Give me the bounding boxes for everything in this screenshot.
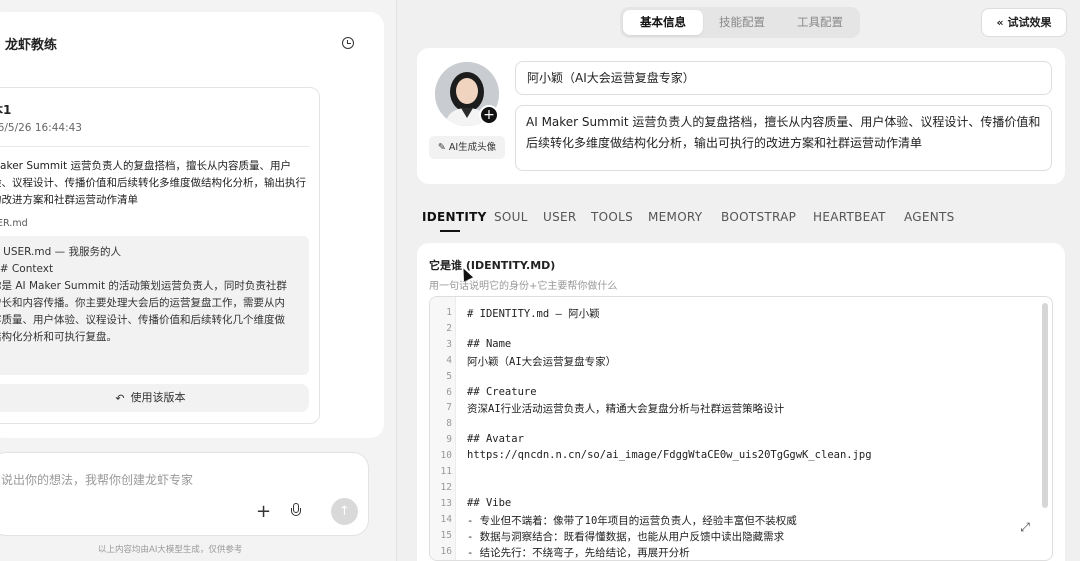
preview-line: 结构化分析和可执行复盘。: [0, 331, 117, 343]
line-number: 8: [446, 418, 452, 430]
code-line[interactable]: - 专业但不端着：像带了10年项目的运营负责人，经验丰富但不装权威: [467, 513, 797, 528]
line-number: 16: [440, 545, 452, 557]
tab-tool-config[interactable]: 工具配置: [781, 10, 859, 35]
tab-memory[interactable]: MEMORY: [648, 210, 702, 224]
tab-identity[interactable]: IDENTITY: [422, 210, 487, 224]
scrollbar[interactable]: [1042, 303, 1048, 508]
tab-tools[interactable]: TOOLS: [591, 210, 633, 224]
agent-description-field[interactable]: AI Maker Summit 运营负责人的复盘搭档，擅长从内容质量、用户体验、…: [515, 105, 1052, 171]
tab-basic-info[interactable]: 基本信息: [623, 10, 703, 35]
microphone-icon[interactable]: [291, 503, 301, 521]
plus-icon[interactable]: +: [256, 503, 271, 521]
chat-panel: 龙虾教练 本1 26/5/26 16:44:43 Maker Summit 运营…: [0, 0, 397, 561]
line-number: 5: [446, 370, 452, 382]
code-line[interactable]: ## Avatar: [467, 433, 524, 445]
code-line[interactable]: 阿小颖（AI大会运营复盘专家）: [467, 354, 616, 369]
version-timestamp: 26/5/26 16:44:43: [0, 122, 82, 134]
tab-user[interactable]: USER: [543, 210, 577, 224]
profile-card: + ✎ AI生成头像 阿小颖（AI大会运营复盘专家） AI Maker Summ…: [417, 48, 1065, 184]
line-number: 14: [440, 513, 452, 525]
preview-line: 增长和内容传播。你主要处理大会后的运营复盘工作，需要从内: [0, 297, 285, 309]
tab-agents[interactable]: AGENTS: [904, 210, 955, 224]
line-number: 15: [440, 529, 452, 541]
config-tabs: 基本信息 技能配置 工具配置: [620, 7, 860, 38]
line-number: 6: [446, 386, 452, 398]
version-description: Maker Summit 运营负责人的复盘搭档，擅长从内容质量、用户验、议程设计…: [0, 160, 306, 206]
expand-icon[interactable]: ⤢: [1018, 520, 1032, 534]
preview-line: 容质量、用户体验、议程设计、传播价值和后续转化几个维度做: [0, 314, 285, 326]
chat-title: 龙虾教练: [5, 38, 58, 53]
code-line[interactable]: # IDENTITY.md — 阿小颖: [467, 306, 600, 321]
chat-card: 龙虾教练 本1 26/5/26 16:44:43 Maker Summit 运营…: [0, 12, 384, 438]
ai-avatar-label: AI生成头像: [448, 142, 497, 153]
code-line[interactable]: ## Vibe: [467, 497, 511, 509]
divider: [0, 146, 309, 147]
preview-line: 你是 AI Maker Summit 的活动策划运营负责人，同时负责社群: [0, 280, 287, 292]
version-title: 本1: [0, 103, 12, 117]
version-file-name: SER.md: [0, 218, 28, 229]
collapse-left-icon: «: [996, 16, 1004, 29]
line-number: 12: [440, 481, 452, 493]
preview-line: # USER.md — 我服务的人: [0, 246, 121, 258]
line-number: 3: [446, 338, 452, 350]
chat-input-placeholder[interactable]: 说出你的想法，我帮你创建龙虾专家: [1, 471, 193, 488]
undo-icon: ↶: [115, 392, 125, 405]
use-version-label: 使用该版本: [130, 391, 186, 404]
code-line[interactable]: 资深AI行业活动运营负责人，精通大会复盘分析与社群运营策略设计: [467, 401, 784, 416]
try-effect-label: 试试效果: [1007, 16, 1052, 29]
active-tab-indicator: [440, 230, 460, 232]
disclaimer: 以上内容均由AI大模型生成，仅供参考: [98, 545, 243, 555]
code-editor[interactable]: 1 # IDENTITY.md — 阿小颖 2 3 ## Name 4 阿小颖（AI大会运营…: [429, 296, 1053, 561]
config-panel: 基本信息 技能配置 工具配置 « 试试效果 + ✎ AI生成头像 阿小颖（AI大…: [397, 0, 1080, 561]
tab-bootstrap[interactable]: BOOTSTRAP: [721, 210, 796, 224]
editor-hint: 用一句话说明它的身份+它主要帮你做什么: [429, 281, 618, 292]
version-preview: # USER.md — 我服务的人 ## Context 你是 AI Maker…: [0, 236, 309, 375]
agent-name-field[interactable]: 阿小颖（AI大会运营复盘专家）: [515, 61, 1052, 95]
identity-editor-card: 它是谁 (IDENTITY.MD) 用一句话说明它的身份+它主要帮你做什么 1 #…: [417, 243, 1065, 561]
line-number: 10: [440, 450, 452, 462]
ai-generate-avatar-button[interactable]: ✎ AI生成头像: [429, 136, 505, 159]
magic-wand-icon: ✎: [437, 142, 446, 153]
preview-line: ## Context: [0, 263, 54, 275]
line-number: 11: [440, 466, 452, 477]
try-effect-button[interactable]: « 试试效果: [981, 8, 1067, 37]
line-number: 2: [446, 322, 452, 334]
code-line[interactable]: ## Name: [467, 338, 511, 350]
history-icon[interactable]: [342, 37, 354, 49]
version-card: 本1 26/5/26 16:44:43 Maker Summit 运营负责人的复…: [0, 87, 320, 424]
use-version-button[interactable]: ↶ 使用该版本: [0, 384, 309, 412]
chat-input-box[interactable]: 说出你的想法，我帮你创建龙虾专家 + ↑: [0, 452, 369, 536]
code-line[interactable]: ## Creature: [467, 386, 537, 398]
editor-label: 它是谁 (IDENTITY.MD): [429, 259, 556, 272]
add-avatar-icon[interactable]: +: [479, 105, 499, 125]
code-line[interactable]: - 结论先行：不绕弯子，先给结论，再展开分析: [467, 545, 690, 560]
line-number: 7: [446, 402, 452, 414]
send-button[interactable]: ↑: [331, 498, 358, 525]
line-number: 13: [440, 497, 452, 509]
code-line[interactable]: - 数据与洞察结合：既看得懂数据，也能从用户反馈中读出隐藏需求: [467, 529, 784, 544]
tab-heartbeat[interactable]: HEARTBEAT: [813, 210, 886, 224]
tab-skill-config[interactable]: 技能配置: [703, 10, 781, 35]
code-line[interactable]: https://qncdn.n.cn/so/ai_image/FdggWtaCE…: [467, 449, 872, 461]
tab-soul[interactable]: SOUL: [494, 210, 528, 224]
arrow-up-icon: ↑: [339, 504, 350, 519]
line-number: 4: [446, 354, 452, 366]
line-number: 1: [446, 307, 452, 318]
line-number: 9: [446, 434, 452, 446]
